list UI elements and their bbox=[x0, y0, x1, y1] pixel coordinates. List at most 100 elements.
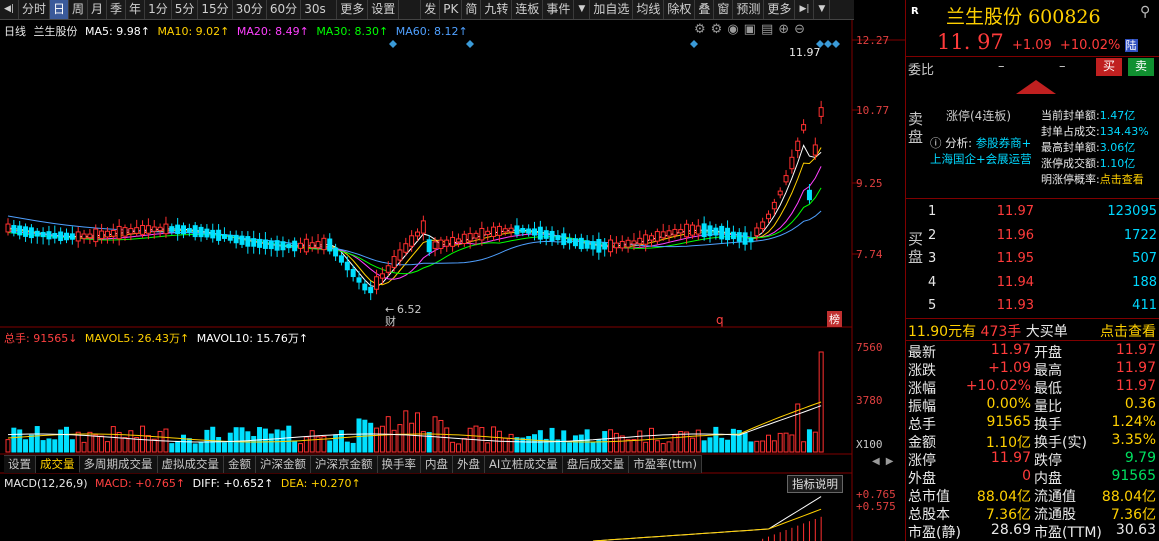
candle bbox=[274, 240, 280, 251]
volume-bar bbox=[438, 419, 444, 453]
tab-week[interactable]: 周 bbox=[69, 0, 89, 19]
tab-day[interactable]: 日 bbox=[49, 0, 69, 19]
volume-bar bbox=[619, 435, 625, 453]
tool-exright[interactable]: 除权 bbox=[664, 0, 696, 19]
tool-events[interactable]: 事件 bbox=[543, 0, 575, 19]
tab-scroll: ◀▶ bbox=[872, 456, 899, 467]
ind-tab-inner[interactable]: 内盘 bbox=[421, 455, 453, 473]
bid-volume: 188 bbox=[1132, 274, 1157, 290]
candle bbox=[46, 231, 52, 240]
ind-tab-multi-volume[interactable]: 多周期成交量 bbox=[79, 455, 158, 473]
search-icon[interactable]: ⚲ bbox=[1140, 4, 1158, 20]
tab-quarter[interactable]: 季 bbox=[107, 0, 127, 19]
volume-bar bbox=[368, 422, 374, 453]
stat-label: 金额 bbox=[908, 435, 936, 451]
add-watchlist-button[interactable]: 加自选 bbox=[590, 0, 634, 19]
tool-jiuzhuan[interactable]: 九转 bbox=[481, 0, 513, 19]
candle bbox=[99, 230, 105, 239]
volume-bar bbox=[760, 440, 766, 453]
ind-tab-hs-amount[interactable]: 沪深金额 bbox=[256, 455, 311, 473]
candle bbox=[11, 225, 17, 234]
tab-15min[interactable]: 15分 bbox=[198, 0, 233, 19]
volume-bar bbox=[122, 437, 128, 453]
weibi-dash1: – bbox=[998, 59, 1005, 74]
ind-tab-settings[interactable]: 设置 bbox=[4, 455, 36, 473]
ind-tab-hsj-amount[interactable]: 沪深京金额 bbox=[311, 455, 378, 473]
zoom-in-icon[interactable]: ⊕ bbox=[778, 22, 794, 37]
sell-button[interactable]: 卖 bbox=[1128, 58, 1154, 76]
settings2-icon[interactable]: ⚙ bbox=[711, 22, 728, 37]
analysis-line2[interactable]: 上海国企+会展运营 bbox=[930, 151, 1040, 167]
prev-arrow-icon[interactable]: ◀| bbox=[0, 0, 19, 19]
tab-month[interactable]: 月 bbox=[88, 0, 108, 19]
next-arrow-icon[interactable]: ▶| bbox=[795, 0, 815, 19]
tag-bang[interactable]: 榜 bbox=[827, 311, 842, 327]
candle bbox=[198, 226, 204, 238]
sell-side-label: 卖盘 bbox=[908, 110, 924, 146]
tool-overlay[interactable]: 叠 bbox=[695, 0, 715, 19]
volume-bar bbox=[356, 418, 362, 453]
list-icon[interactable]: ▤ bbox=[761, 22, 778, 37]
volume-bar bbox=[643, 441, 649, 453]
settings-button[interactable]: 设置 bbox=[368, 0, 400, 19]
volume-total: 总手: 91565↓ bbox=[4, 332, 78, 345]
buy-button[interactable]: 买 bbox=[1096, 58, 1122, 76]
tool-more[interactable]: 更多 bbox=[764, 0, 796, 19]
zoom-out-icon[interactable]: ⊖ bbox=[794, 22, 810, 37]
lock-icon[interactable]: ▣ bbox=[744, 22, 761, 37]
volume-bar bbox=[58, 429, 64, 453]
candle bbox=[315, 241, 321, 249]
ind-tab-pe-ttm[interactable]: 市盈率(ttm) bbox=[629, 455, 702, 473]
tab-60min[interactable]: 60分 bbox=[267, 0, 302, 19]
tab-fenshi[interactable]: 分时 bbox=[19, 0, 50, 19]
indicator-explain-button[interactable]: 指标说明 bbox=[787, 475, 843, 493]
tab-1min[interactable]: 1分 bbox=[145, 0, 172, 19]
dropdown-arrow-icon[interactable]: ▼ bbox=[574, 0, 591, 19]
tool-lianban[interactable]: 连板 bbox=[512, 0, 544, 19]
volume-bar bbox=[689, 437, 695, 453]
tab-30s[interactable]: 30s bbox=[301, 0, 338, 19]
tag-cai[interactable]: 财 bbox=[385, 313, 396, 329]
ind-tab-ai-volume[interactable]: AI立桩成交量 bbox=[485, 455, 563, 473]
analysis-link[interactable]: 参股券商+ bbox=[976, 136, 1032, 150]
stat-value: 0 bbox=[1022, 468, 1031, 484]
tool-window[interactable]: 窗 bbox=[714, 0, 734, 19]
ma20-label: MA20: 8.49↑ bbox=[236, 25, 309, 38]
stat-value: 0.36 bbox=[1124, 396, 1156, 412]
stat-value: 30.63 bbox=[1115, 522, 1156, 538]
tab-5min[interactable]: 5分 bbox=[172, 0, 199, 19]
price-row: 11. 97 +1.09 +10.02% 陆 bbox=[937, 30, 1159, 54]
seal-key: 明涨停概率: bbox=[1041, 173, 1100, 186]
tool-pk[interactable]: PK bbox=[440, 0, 463, 19]
tag-q[interactable]: q bbox=[716, 313, 724, 327]
collapse-arrow-icon[interactable] bbox=[1016, 80, 1056, 94]
big-order-link[interactable]: 点击查看 bbox=[1100, 321, 1156, 341]
volume-bar bbox=[221, 442, 227, 453]
tab-scroll-right-icon[interactable]: ▶ bbox=[886, 456, 900, 467]
candle bbox=[771, 201, 777, 210]
eye-icon[interactable]: ◉ bbox=[727, 22, 743, 37]
ind-tab-volume[interactable]: 成交量 bbox=[36, 455, 80, 473]
tool-fa[interactable]: 发 bbox=[421, 0, 441, 19]
ind-tab-after-volume[interactable]: 盘后成交量 bbox=[562, 455, 630, 473]
ind-tab-outer[interactable]: 外盘 bbox=[453, 455, 485, 473]
candle bbox=[432, 241, 438, 249]
ind-tab-virtual-volume[interactable]: 虚拟成交量 bbox=[157, 455, 224, 473]
bid-level: 3 bbox=[928, 251, 937, 266]
volume-bar bbox=[409, 422, 415, 453]
ma5-line bbox=[7, 144, 822, 288]
seal-value[interactable]: 点击查看 bbox=[1100, 173, 1144, 186]
more-button[interactable]: 更多 bbox=[337, 0, 369, 19]
tab-30min[interactable]: 30分 bbox=[233, 0, 267, 19]
volume-legend: 总手: 91565↓ MAVOL5: 26.43万↑ MAVOL10: 15.7… bbox=[4, 330, 308, 346]
candle bbox=[344, 261, 350, 271]
ind-tab-turnover[interactable]: 换手率 bbox=[377, 455, 421, 473]
tool-jian[interactable]: 简 bbox=[462, 0, 482, 19]
tab-scroll-left-icon[interactable]: ◀ bbox=[872, 456, 886, 467]
tool-ma[interactable]: 均线 bbox=[633, 0, 665, 19]
tab-year[interactable]: 年 bbox=[126, 0, 146, 19]
menu-arrow-icon[interactable]: ▼ bbox=[814, 0, 831, 19]
ind-tab-amount[interactable]: 金额 bbox=[224, 455, 256, 473]
gear-icon[interactable]: ⚙ bbox=[694, 22, 711, 37]
tool-predict[interactable]: 预测 bbox=[733, 0, 765, 19]
